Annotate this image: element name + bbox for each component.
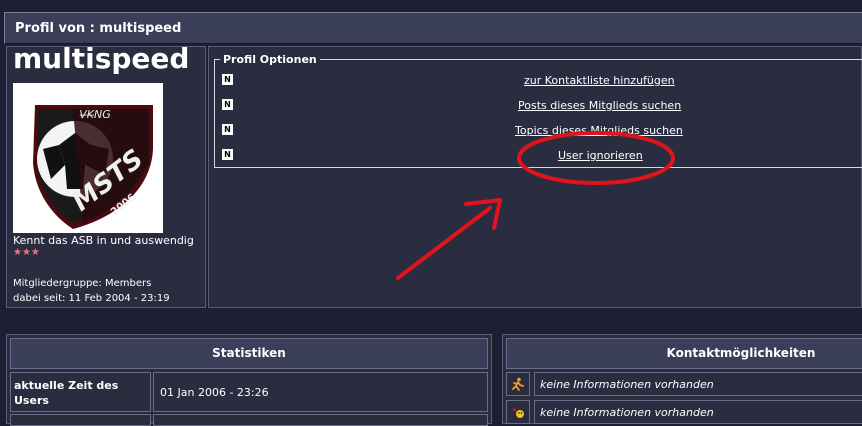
profile-username: multispeed (13, 42, 190, 75)
profile-options-legend: Profil Optionen (220, 53, 320, 66)
member-group: Mitgliedergruppe: Members (13, 278, 152, 289)
add-to-contacts-link[interactable]: zur Kontaktliste hinzufügen (524, 74, 675, 87)
contact-msn-text: keine Informationen vorhanden (540, 406, 714, 419)
bullet-icon: N (222, 99, 233, 110)
stat-value-local-time: 01 Jan 2006 - 23:26 (160, 386, 269, 399)
rank-stars: ★★★ (13, 247, 40, 258)
annotation-overlay (396, 131, 675, 280)
aim-running-man-icon (511, 376, 525, 395)
bullet-icon: N (222, 149, 233, 160)
bullet-icon: N (222, 124, 233, 135)
msn-butterfly-icon (511, 404, 525, 423)
table-cell (153, 414, 488, 426)
profile-rank-title: Kennt das ASB in und auswendig (13, 234, 194, 247)
stat-label-local-time: aktuelle Zeit des Users (14, 379, 119, 407)
avatar-shield-logo: MSTS 2006 V̶K̶NG (33, 105, 153, 229)
contacts-title: Kontaktmöglichkeiten (666, 346, 816, 360)
svg-text:V̶K̶NG: V̶K̶NG (79, 108, 111, 121)
contact-aim-text: keine Informationen vorhanden (540, 378, 714, 391)
statistics-title: Statistiken (212, 346, 286, 360)
table-cell (10, 414, 151, 426)
bullet-icon: N (222, 74, 233, 85)
highlight-ellipse (517, 131, 675, 185)
find-posts-link[interactable]: Posts dieses Mitglieds suchen (518, 99, 681, 112)
page-title: Profil von : multispeed (15, 21, 182, 36)
avatar: MSTS 2006 V̶K̶NG (13, 83, 163, 233)
annotation-arrow-shaft (396, 206, 492, 280)
member-since: dabei seit: 11 Feb 2004 - 23:19 (13, 293, 170, 304)
